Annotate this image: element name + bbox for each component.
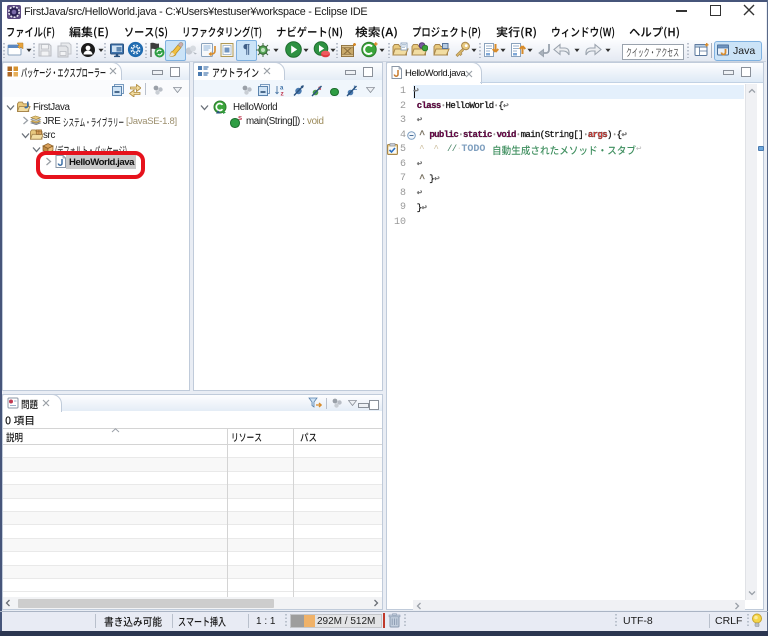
svg-text:z: z — [281, 91, 285, 97]
